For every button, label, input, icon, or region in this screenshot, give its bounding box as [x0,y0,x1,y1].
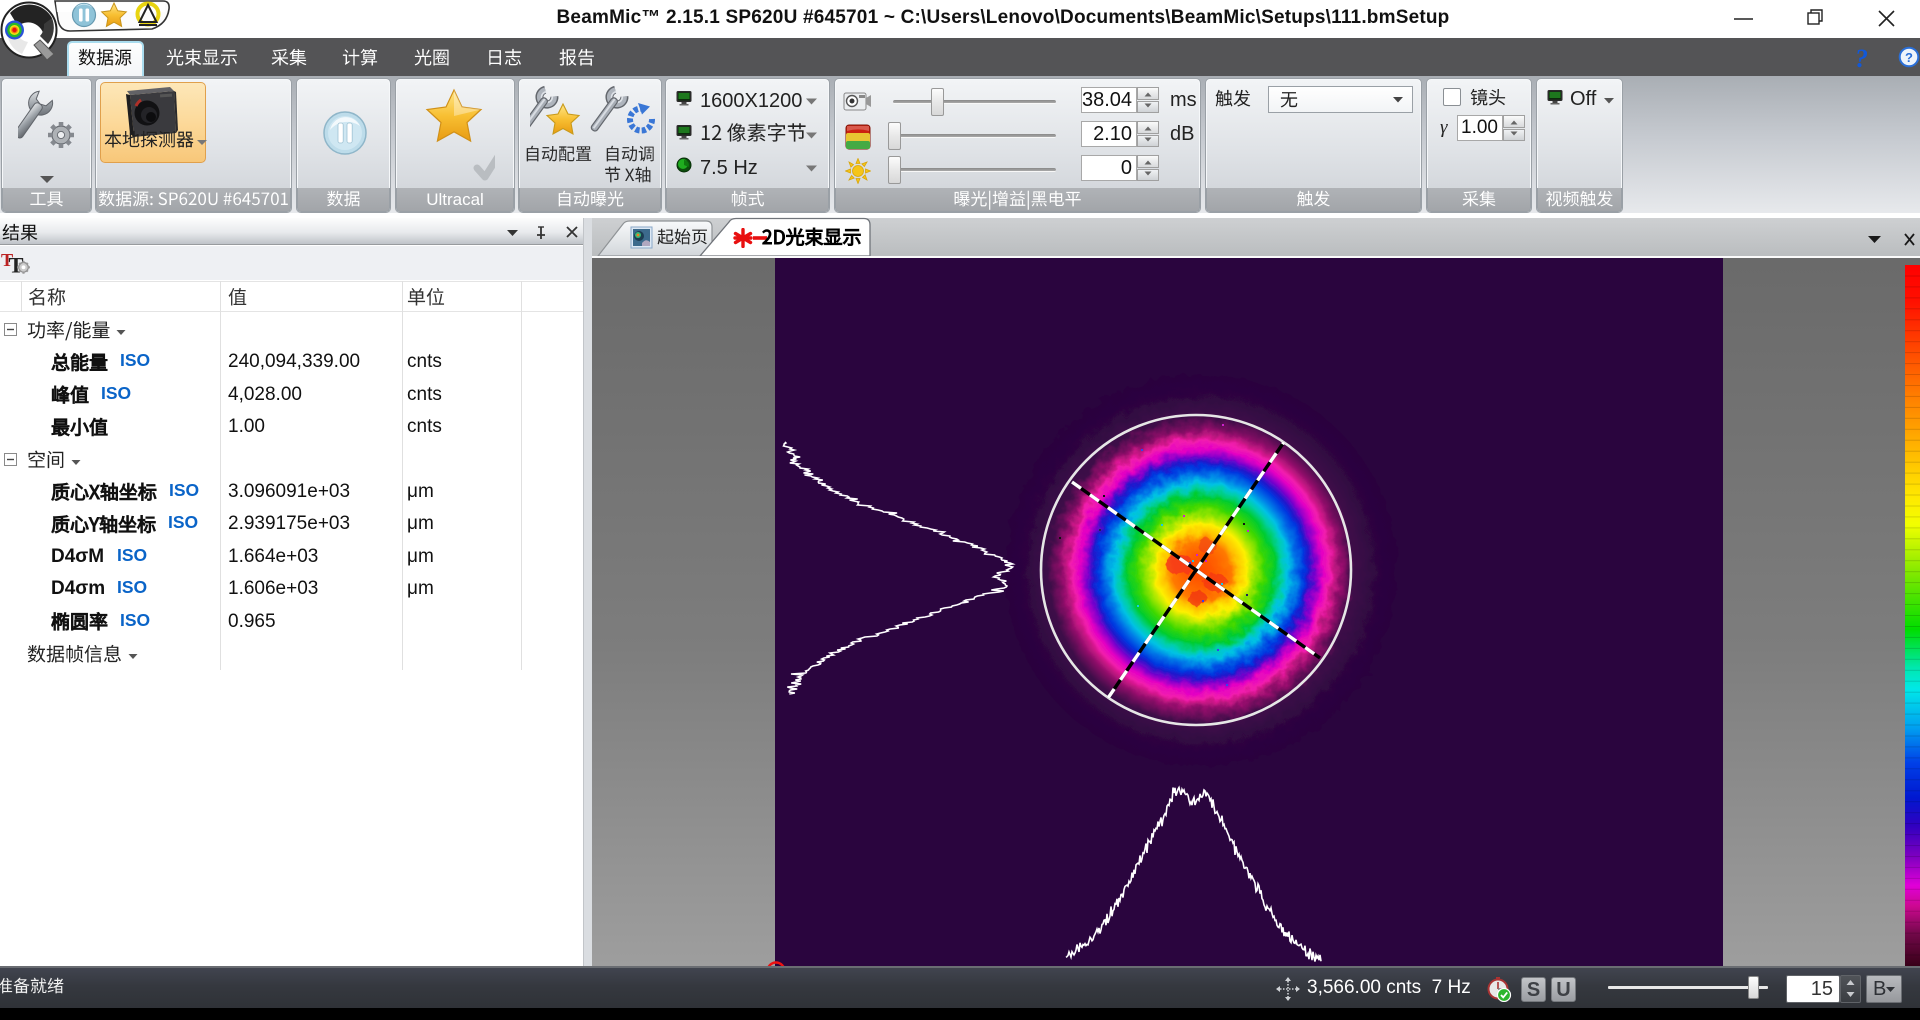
svg-text:?: ? [1905,50,1913,65]
